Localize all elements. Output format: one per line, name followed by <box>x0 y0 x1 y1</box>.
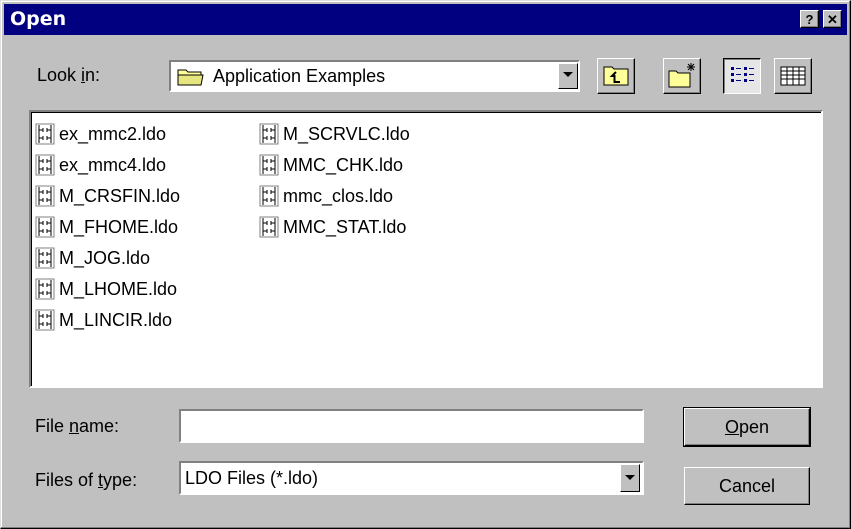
up-one-level-button[interactable] <box>597 58 635 94</box>
file-item-label: M_CRSFIN.ldo <box>59 185 181 206</box>
close-icon: ✕ <box>827 12 838 27</box>
ldo-file-icon <box>35 123 55 145</box>
file-item[interactable]: M_JOG.ldo <box>35 246 150 270</box>
cancel-button[interactable]: Cancel <box>684 467 810 505</box>
files-of-type-dropdown[interactable]: LDO Files (*.ldo) <box>179 461 644 495</box>
ldo-file-icon <box>259 185 279 207</box>
file-item-label: M_FHOME.ldo <box>59 216 179 237</box>
files-of-type-value: LDO Files (*.ldo) <box>185 468 319 488</box>
file-item-label: M_LINCIR.ldo <box>59 309 173 330</box>
file-item-label: M_JOG.ldo <box>59 247 151 268</box>
file-item[interactable]: ex_mmc4.ldo <box>35 153 166 177</box>
file-name-label: File name: <box>35 416 120 436</box>
file-item-label: M_LHOME.ldo <box>59 278 178 299</box>
files-of-type-dropdown-button[interactable] <box>620 464 640 492</box>
file-item-label: MMC_CHK.ldo <box>283 154 404 175</box>
open-button[interactable]: Open <box>683 407 811 447</box>
help-icon: ? <box>805 12 814 27</box>
file-list[interactable]: ex_mmc2.ldo ex_mmc4.ldo M_CRSFIN.ldo M_FHOM… <box>29 110 823 388</box>
details-view-button[interactable] <box>774 58 812 94</box>
look-in-dropdown[interactable]: Application Examples <box>169 60 580 92</box>
file-item[interactable]: MMC_CHK.ldo <box>259 153 403 177</box>
folder-up-icon <box>603 66 629 86</box>
ldo-file-icon <box>35 154 55 176</box>
file-item-label: mmc_clos.ldo <box>283 185 394 206</box>
create-new-folder-button[interactable] <box>663 58 701 94</box>
ldo-file-icon <box>259 216 279 238</box>
list-view-button[interactable] <box>723 58 761 94</box>
window-title: Open <box>10 8 67 30</box>
ldo-file-icon <box>35 216 55 238</box>
ldo-file-icon <box>35 185 55 207</box>
help-button[interactable]: ? <box>800 10 819 28</box>
file-item-label: MMC_STAT.ldo <box>283 216 407 237</box>
look-in-value: Application Examples <box>213 66 386 86</box>
chevron-down-icon <box>625 475 635 480</box>
file-item[interactable]: M_LINCIR.ldo <box>35 308 172 332</box>
file-item[interactable]: M_SCRVLC.ldo <box>259 122 410 146</box>
file-item-label: ex_mmc4.ldo <box>59 154 167 175</box>
file-item[interactable]: M_CRSFIN.ldo <box>35 184 180 208</box>
ldo-file-icon <box>35 278 55 300</box>
details-view-icon <box>780 66 806 86</box>
new-folder-icon <box>668 63 695 88</box>
look-in-dropdown-button[interactable] <box>558 63 578 89</box>
title-bar[interactable]: Open ? ✕ <box>4 4 847 35</box>
file-item[interactable]: MMC_STAT.ldo <box>259 215 406 239</box>
file-name-input[interactable] <box>179 409 644 443</box>
ldo-file-icon <box>259 123 279 145</box>
ldo-file-icon <box>35 247 55 269</box>
look-in-label: Look in: <box>37 65 101 85</box>
list-view-icon <box>731 67 754 82</box>
file-item[interactable]: mmc_clos.ldo <box>259 184 393 208</box>
ldo-file-icon <box>259 154 279 176</box>
file-item-label: ex_mmc2.ldo <box>59 123 167 144</box>
folder-icon <box>177 69 204 86</box>
file-item[interactable]: M_FHOME.ldo <box>35 215 178 239</box>
file-item[interactable]: ex_mmc2.ldo <box>35 122 166 146</box>
chevron-down-icon <box>563 72 573 77</box>
open-dialog: Open ? ✕ Look in: Application Examples e… <box>0 0 851 529</box>
file-item[interactable]: M_LHOME.ldo <box>35 277 177 301</box>
file-item-label: M_SCRVLC.ldo <box>283 123 410 144</box>
files-of-type-label: Files of type: <box>35 470 138 490</box>
ldo-file-icon <box>35 309 55 331</box>
close-button[interactable]: ✕ <box>823 10 842 28</box>
